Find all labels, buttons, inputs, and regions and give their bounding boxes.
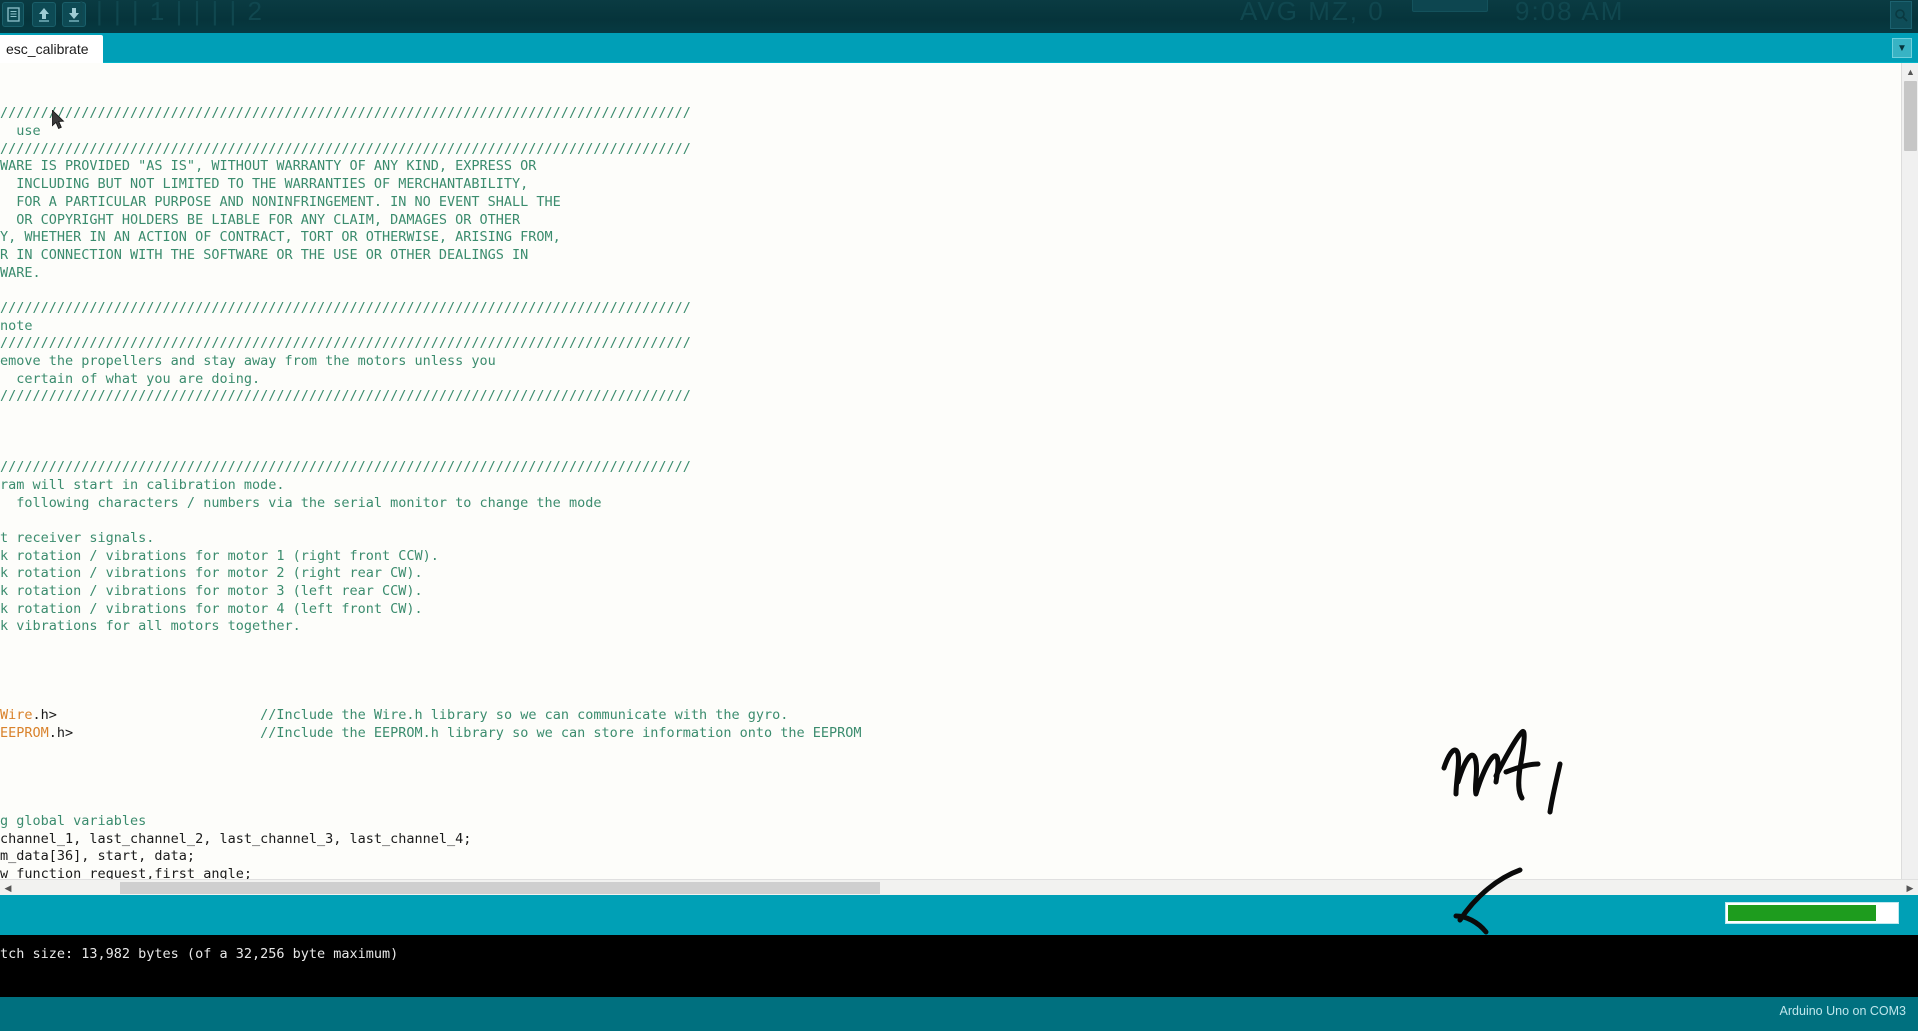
titlebar-faded-center-text: AVG MZ, 0: [1240, 0, 1385, 26]
code-line: k vibrations for all motors together.: [0, 618, 301, 635]
tab-esc-calibrate[interactable]: esc_calibrate: [0, 35, 103, 63]
include-suffix: .h>: [32, 706, 57, 723]
code-line: OR COPYRIGHT HOLDERS BE LIABLE FOR ANY C…: [0, 211, 521, 228]
page-icon: [3, 3, 23, 26]
code-line: INCLUDING BUT NOT LIMITED TO THE WARRANT…: [0, 176, 529, 193]
titlebar-faded-left-text: | | | | 1 | | | | 2: [78, 0, 264, 26]
horizontal-scrollbar-thumb[interactable]: [120, 882, 880, 894]
tab-menu-button[interactable]: ▼: [1892, 38, 1912, 58]
code-line: use: [0, 123, 41, 140]
titlebar-clock-text: 9:08 AM: [1515, 0, 1625, 26]
chevron-right-icon[interactable]: ▶: [1902, 880, 1918, 896]
code-line: ////////////////////////////////////////…: [0, 299, 691, 316]
code-line: ////////////////////////////////////////…: [0, 105, 691, 122]
editor-vertical-scrollbar[interactable]: ▲ ▼: [1901, 63, 1918, 895]
code-line: k rotation / vibrations for motor 3 (lef…: [0, 582, 423, 599]
include-suffix: .h>: [48, 724, 74, 741]
arrow-up-icon: [33, 3, 55, 26]
upload-progress-bar: [1726, 903, 1898, 923]
code-line: Y, WHETHER IN AN ACTION OF CONTRACT, TOR…: [0, 229, 561, 246]
code-line: emove the propellers and stay away from …: [0, 353, 496, 370]
code-line: k rotation / vibrations for motor 4 (lef…: [0, 600, 423, 617]
code-line: ////////////////////////////////////////…: [0, 335, 691, 352]
code-line: certain of what you are doing.: [0, 370, 261, 387]
code-line: EEPROM.h> //Include the EEPROM.h library…: [0, 725, 1918, 743]
editor-horizontal-scrollbar[interactable]: ◀ ▶: [0, 879, 1918, 895]
code-line: ////////////////////////////////////////…: [0, 459, 691, 476]
code-line: k rotation / vibrations for motor 2 (rig…: [0, 565, 423, 582]
upload-button[interactable]: [32, 2, 56, 27]
code-line: following characters / numbers via the s…: [0, 494, 602, 511]
chevron-left-icon[interactable]: ◀: [0, 880, 16, 896]
chevron-down-icon: ▼: [1897, 42, 1907, 54]
include-library-name: Wire: [0, 706, 33, 723]
code-text: ////////////////////////////////////////…: [0, 70, 1918, 895]
board-status-bar: Arduino Uno on COM3: [0, 997, 1918, 1031]
chevron-up-icon[interactable]: ▲: [1902, 63, 1918, 80]
arduino-ide-window: | | | | 1 | | | | 2 AVG MZ, 0 9:08 AM es…: [0, 0, 1918, 1031]
code-line: WARE IS PROVIDED "AS IS", WITHOUT WARRAN…: [0, 158, 537, 175]
status-bar: [0, 895, 1918, 935]
code-line: ////////////////////////////////////////…: [0, 140, 691, 157]
code-line: note: [0, 317, 33, 334]
new-sketch-button[interactable]: [2, 2, 24, 27]
code-editor[interactable]: ////////////////////////////////////////…: [0, 63, 1918, 895]
include-library-name: EEPROM: [0, 724, 49, 741]
code-line: R IN CONNECTION WITH THE SOFTWARE OR THE…: [0, 246, 529, 263]
vertical-scrollbar-thumb[interactable]: [1904, 81, 1917, 151]
code-line: Wire.h> //Include the Wire.h library so …: [0, 707, 1918, 725]
code-line: t receiver signals.: [0, 529, 155, 546]
declaration-section-header: g global variables: [0, 812, 147, 829]
code-line: k rotation / vibrations for motor 1 (rig…: [0, 547, 439, 564]
code-line: ////////////////////////////////////////…: [0, 388, 691, 405]
window-titlebar: | | | | 1 | | | | 2 AVG MZ, 0 9:08 AM: [0, 0, 1918, 33]
include-comment: //Include the Wire.h library so we can c…: [260, 706, 789, 723]
board-port-label: Arduino Uno on COM3: [1779, 1004, 1906, 1018]
console-sketch-size-text: tch size: 13,982 bytes (of a 32,256 byte…: [0, 946, 399, 962]
tab-bar: esc_calibrate ▼: [0, 33, 1918, 63]
code-line: FOR A PARTICULAR PURPOSE AND NONINFRINGE…: [0, 193, 561, 210]
code-line: ram will start in calibration mode.: [0, 476, 285, 493]
upload-progress-fill: [1728, 905, 1876, 921]
magnifier-icon[interactable]: [1890, 1, 1912, 29]
declaration-line: channel_1, last_channel_2, last_channel_…: [0, 830, 472, 847]
include-comment: //Include the EEPROM.h library so we can…: [260, 724, 862, 741]
console-output-panel[interactable]: tch size: 13,982 bytes (of a 32,256 byte…: [0, 935, 1918, 997]
titlebar-pill-control[interactable]: [1412, 0, 1488, 12]
code-line: WARE.: [0, 264, 41, 281]
declaration-line: m_data[36], start, data;: [0, 848, 196, 865]
